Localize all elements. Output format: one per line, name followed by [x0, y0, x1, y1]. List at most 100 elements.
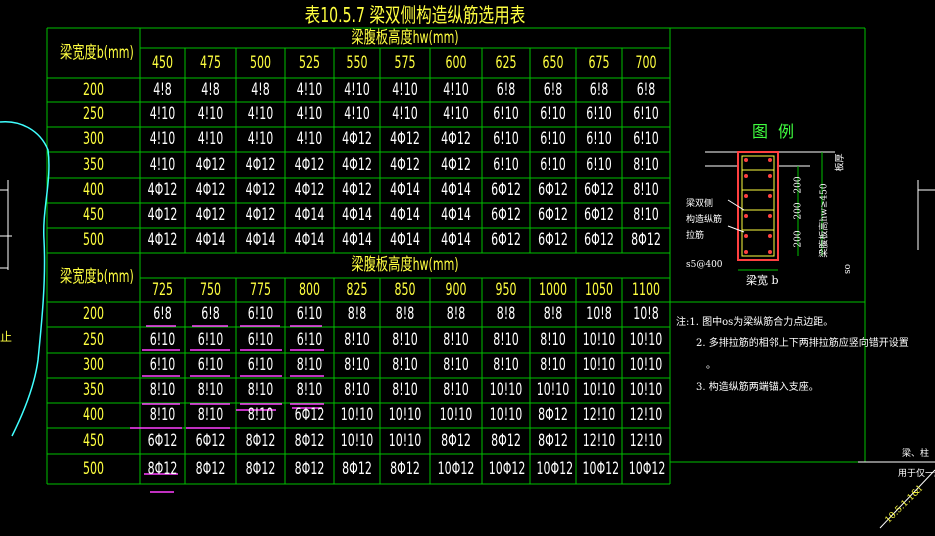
table2-cell: 8!10	[344, 355, 370, 375]
table2-column-header: 725	[151, 279, 174, 300]
table1-cell: 4Φ12	[147, 180, 178, 200]
table2-cell: 10Φ12	[488, 458, 526, 479]
legend-beam-section	[705, 151, 835, 271]
table1-cell: 6!8	[496, 79, 516, 100]
legend-rebar-dot	[744, 250, 748, 254]
table2-cell: 6!10	[149, 355, 176, 375]
table1-cell: 6Φ12	[584, 205, 614, 225]
table2-cell: 8!10	[247, 405, 274, 425]
legend-rebar-dot	[768, 214, 772, 218]
table2-cell: 8!10	[443, 355, 469, 375]
table2-cell: 10!10	[582, 355, 616, 375]
table2-cell: 8!10	[540, 329, 566, 350]
table1-cell: 4Φ12	[342, 154, 372, 175]
table1-cell: 4Φ14	[342, 205, 372, 225]
note-2-cont: 。	[706, 360, 716, 371]
table2-cell: 10!10	[629, 380, 663, 400]
table2-column-header: 800	[298, 279, 321, 300]
table1-cell: 4Φ14	[390, 180, 420, 200]
table1-cell: 8Φ12	[631, 230, 661, 250]
table2-cell: 10!10	[340, 430, 374, 451]
table2-cell: 10!10	[536, 380, 570, 400]
table2-cell: 8!8	[347, 304, 367, 324]
table1-cell: 4Φ14	[294, 205, 325, 225]
table2-cell: 6!10	[247, 329, 274, 350]
table1-cell: 4Φ14	[390, 230, 420, 250]
table2-cell: 8!10	[197, 380, 224, 400]
table2-cell: 6Φ12	[195, 430, 226, 451]
table1-cell: 6!10	[633, 104, 659, 124]
table2-cell: 8Φ12	[245, 458, 276, 479]
legend-rebar-dot	[744, 234, 748, 238]
page-title: 表10.5.7 梁双侧构造纵筋选用表	[304, 3, 526, 27]
table1-column-header: 525	[298, 52, 321, 73]
table2-cell: 10!10	[340, 405, 374, 425]
table1-column-header: 550	[346, 52, 368, 73]
table2-cell: 8!10	[540, 355, 566, 375]
table1-row-b-value: 400	[82, 180, 105, 200]
table2-cell: 8Φ12	[342, 458, 372, 479]
table1-cell: 6!8	[543, 79, 563, 100]
table1-cell: 4Φ12	[342, 180, 372, 200]
table2-row-b-value: 250	[82, 329, 105, 350]
left-edge-fragment	[0, 180, 12, 270]
table1-cell: 6!10	[586, 154, 612, 175]
table2-cell: 6!10	[247, 304, 274, 324]
table1-cell: 4Φ14	[441, 180, 471, 200]
legend-label-rebar2: 构造纵筋	[686, 215, 723, 225]
table2-cell: 6!10	[296, 329, 323, 350]
table1-cell: 4Φ12	[245, 180, 276, 200]
table1-cell: 6!8	[636, 79, 656, 100]
table2-cell: 8Φ12	[390, 458, 420, 479]
table2-cell: 8Φ12	[147, 458, 178, 479]
table1-cell: 4!10	[392, 79, 418, 100]
table2-cell: 12!10	[582, 430, 616, 451]
table1-cell: 4Φ14	[195, 230, 226, 250]
table1-cell: 6!10	[540, 104, 566, 124]
table2-cell: 10!10	[582, 329, 616, 350]
table2-cell: 8!10	[392, 355, 418, 375]
legend-label-tie: 拉筋	[686, 231, 705, 241]
table2-row-b-value: 500	[82, 458, 105, 479]
legend-label-os: os	[842, 263, 853, 275]
table1-cell: 6Φ12	[538, 205, 568, 225]
table1-cell: 6Φ12	[584, 230, 614, 250]
table2-column-header: 1100	[631, 279, 661, 300]
table2-cell: 8!10	[197, 405, 224, 425]
table2-row-b-value: 300	[82, 355, 105, 375]
legend-rebar-dot	[744, 214, 748, 218]
table1-cell: 4Φ12	[147, 230, 178, 250]
table1-cell: 4Φ12	[342, 129, 372, 149]
legend-label-hw: 梁腹板高hw≥450	[819, 183, 830, 258]
legend-label-width: 梁宽 b	[746, 274, 779, 287]
table2-cell: 10!10	[439, 405, 473, 425]
table1-cell: 6!10	[493, 129, 519, 149]
legend-stirrup	[741, 155, 775, 257]
table1-cell: 4Φ14	[294, 230, 325, 250]
table2-cell: 8Φ12	[538, 430, 568, 451]
table2-cell: 10!10	[629, 355, 663, 375]
legend-rebar-dot	[744, 158, 748, 162]
legend-rebar-dot	[744, 194, 748, 198]
table2-column-header: 1000	[538, 279, 568, 300]
table1-cell: 4Φ14	[441, 230, 471, 250]
table1-row-header: 梁宽度b(mm)	[60, 42, 134, 63]
right-edge-text-top: 梁、柱	[902, 449, 930, 459]
table1-column-header: 500	[249, 52, 272, 73]
table2-cell: 10!10	[629, 329, 663, 350]
table2-cell: 10!10	[582, 380, 616, 400]
legend-rebar-dot	[768, 250, 772, 254]
note-2: 2. 多排拉筋的相邻上下两排拉筋应竖向错开设置	[696, 338, 909, 349]
table2-cell: 6!10	[247, 355, 274, 375]
table1-row-b-value: 500	[82, 230, 105, 250]
table1-cell: 4Φ12	[195, 154, 226, 175]
table2-cell: 8!8	[446, 304, 466, 324]
table1-cell: 4!10	[344, 79, 370, 100]
table1-cell: 4!10	[344, 104, 370, 124]
table1-cell: 6!10	[586, 104, 612, 124]
table2-cell: 6!10	[296, 304, 323, 324]
table2-column-header: 825	[346, 279, 368, 300]
table1-cell: 4!10	[443, 104, 469, 124]
table2-cell: 10Φ12	[437, 458, 475, 479]
table2-cell: 6!10	[149, 329, 176, 350]
